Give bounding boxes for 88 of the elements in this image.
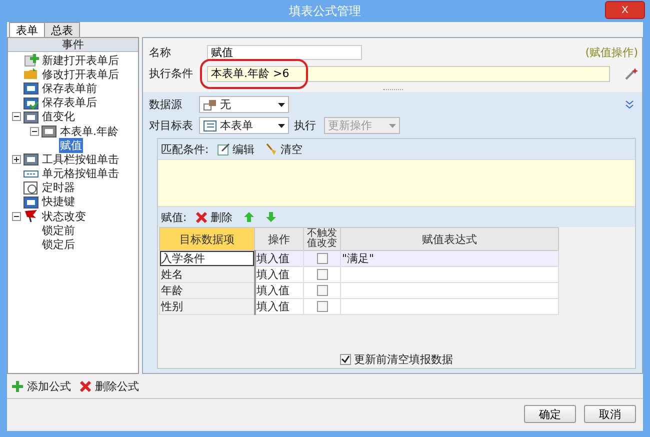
expand-icon[interactable] xyxy=(12,154,21,164)
field-label: 数据源 xyxy=(149,97,183,112)
table-cell: 入学条件 xyxy=(160,250,254,266)
collapse-icon[interactable] xyxy=(12,212,21,221)
tree-item[interactable]: 单元格按钮单击 xyxy=(41,166,120,182)
table-cell: 填入值 xyxy=(254,266,304,282)
delete-formula-button[interactable]: 删除公式 xyxy=(77,378,141,394)
table-cell: 填入值 xyxy=(254,282,304,298)
tab[interactable]: 表单 xyxy=(9,22,45,37)
checkbox[interactable] xyxy=(340,354,351,364)
target-table-dropdown[interactable]: 本表单 xyxy=(199,117,289,134)
close-icon xyxy=(79,380,92,392)
tree-item[interactable]: 本表单.年龄 xyxy=(59,124,120,139)
tree-item[interactable]: 锁定后 xyxy=(41,237,76,252)
tree-item[interactable]: 值变化 xyxy=(41,109,76,124)
delete-button[interactable]: 删除 xyxy=(192,210,235,224)
field-label: 执行条件 xyxy=(149,66,194,81)
up-arrow-icon xyxy=(242,211,255,223)
name-field[interactable]: 赋值 xyxy=(207,45,362,60)
table-row[interactable]: 入学条件 填入值 "满足" xyxy=(160,250,558,266)
column-header[interactable]: 目标数据项 xyxy=(160,228,254,250)
field-label: 名称 xyxy=(149,45,172,60)
table-icon xyxy=(203,120,217,132)
table-cell: 填入值 xyxy=(254,298,304,314)
add-formula-button[interactable]: 添加公式 xyxy=(9,378,73,394)
dropdown-arrow-icon xyxy=(389,124,396,128)
tree-item[interactable]: 修改打开表单后 xyxy=(41,66,120,82)
dropdown-arrow-icon xyxy=(278,102,285,106)
checkbox[interactable] xyxy=(316,269,328,280)
folder-icon xyxy=(23,67,39,82)
collapse-chevron-icon[interactable] xyxy=(625,100,634,110)
tree-item[interactable]: 工具栏按钮单击 xyxy=(41,152,120,167)
flag-icon xyxy=(23,209,39,224)
collapse-icon[interactable] xyxy=(30,126,39,136)
new-file-icon xyxy=(23,53,39,68)
table-cell: 性别 xyxy=(160,298,254,314)
database-icon xyxy=(203,98,217,110)
field-label: 执行 xyxy=(294,118,316,133)
table-row[interactable]: 年龄 填入值 xyxy=(160,282,558,298)
column-header: 事件 xyxy=(8,38,138,52)
ok-button[interactable]: 确定 xyxy=(524,405,576,423)
checkbox[interactable] xyxy=(316,285,328,296)
clear-button[interactable]: 清空 xyxy=(262,142,305,156)
cancel-button[interactable]: 取消 xyxy=(584,405,636,423)
table-cell: 年龄 xyxy=(160,282,254,298)
tree-item[interactable]: 锁定前 xyxy=(41,222,76,238)
edit-icon xyxy=(216,142,230,156)
save-icon xyxy=(23,81,39,96)
magic-wand-icon[interactable] xyxy=(624,66,638,80)
tab[interactable]: 总表 xyxy=(44,22,80,37)
tree-item[interactable]: 保存表单前 xyxy=(41,80,98,96)
source-dropdown[interactable]: 无 xyxy=(199,96,289,113)
column-header[interactable]: 操作 xyxy=(254,228,304,250)
dropdown-arrow-icon xyxy=(278,124,285,128)
table-cell: 填入值 xyxy=(254,250,304,266)
field-icon xyxy=(41,124,57,138)
collapse-icon[interactable] xyxy=(12,112,21,122)
plus-icon xyxy=(11,380,24,392)
form-icon xyxy=(23,110,39,124)
shortcut-icon xyxy=(23,194,39,209)
column-header[interactable]: 赋值表达式 xyxy=(340,228,558,250)
table-row[interactable]: 姓名 填入值 xyxy=(160,266,558,282)
tree-item[interactable]: 保存表单后 xyxy=(41,95,98,110)
save-check-icon xyxy=(23,96,39,110)
condition-field[interactable]: 本表单.年龄 >6 xyxy=(207,66,610,82)
checkbox[interactable] xyxy=(316,253,328,264)
table-cell: "满足" xyxy=(340,250,558,266)
toolbar-icon xyxy=(23,152,39,166)
field-label: 对目标表 xyxy=(149,118,194,133)
table-row[interactable]: 性别 填入值 xyxy=(160,298,558,314)
column-header[interactable]: 不触发值改变 xyxy=(304,228,340,250)
tree-item[interactable]: 快捷键 xyxy=(41,194,76,210)
broom-icon xyxy=(264,142,278,156)
tree-item[interactable]: 赋值 xyxy=(59,138,83,153)
checkbox[interactable] xyxy=(316,301,328,312)
tree-item[interactable]: 新建打开表单后 xyxy=(41,52,120,68)
window-title: 填表公式管理 xyxy=(289,2,361,20)
table-cell: 姓名 xyxy=(160,266,254,282)
tree-item[interactable]: 定时器 xyxy=(41,180,76,196)
checkbox-label: 更新前清空填报数据 xyxy=(354,352,453,366)
tree-item[interactable]: 状态改变 xyxy=(41,208,87,224)
timer-icon xyxy=(23,180,39,195)
edit-button[interactable]: 编辑 xyxy=(214,142,257,156)
down-arrow-icon xyxy=(264,211,277,223)
section-label: 匹配条件: xyxy=(161,142,209,156)
close-button[interactable]: X xyxy=(605,1,645,19)
close-icon xyxy=(194,210,208,224)
section-label: 赋值: xyxy=(161,210,187,224)
